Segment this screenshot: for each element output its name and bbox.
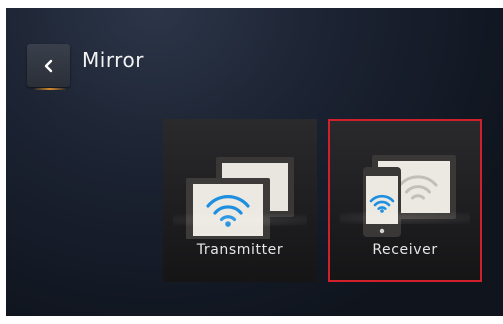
back-button[interactable]	[27, 44, 70, 87]
receiver-tile[interactable]: Receiver	[328, 119, 482, 282]
mirror-screen: Mirror Transmitter Receiver	[6, 8, 503, 316]
page-title: Mirror	[82, 48, 144, 72]
tile-reflection	[340, 212, 470, 224]
chevron-left-icon	[44, 59, 52, 72]
back-button-underline	[33, 88, 67, 90]
tile-reflection	[173, 214, 307, 226]
transmitter-label: Transmitter	[196, 242, 284, 258]
transmitter-tile[interactable]: Transmitter	[163, 119, 317, 282]
receiver-label: Receiver	[372, 242, 438, 258]
